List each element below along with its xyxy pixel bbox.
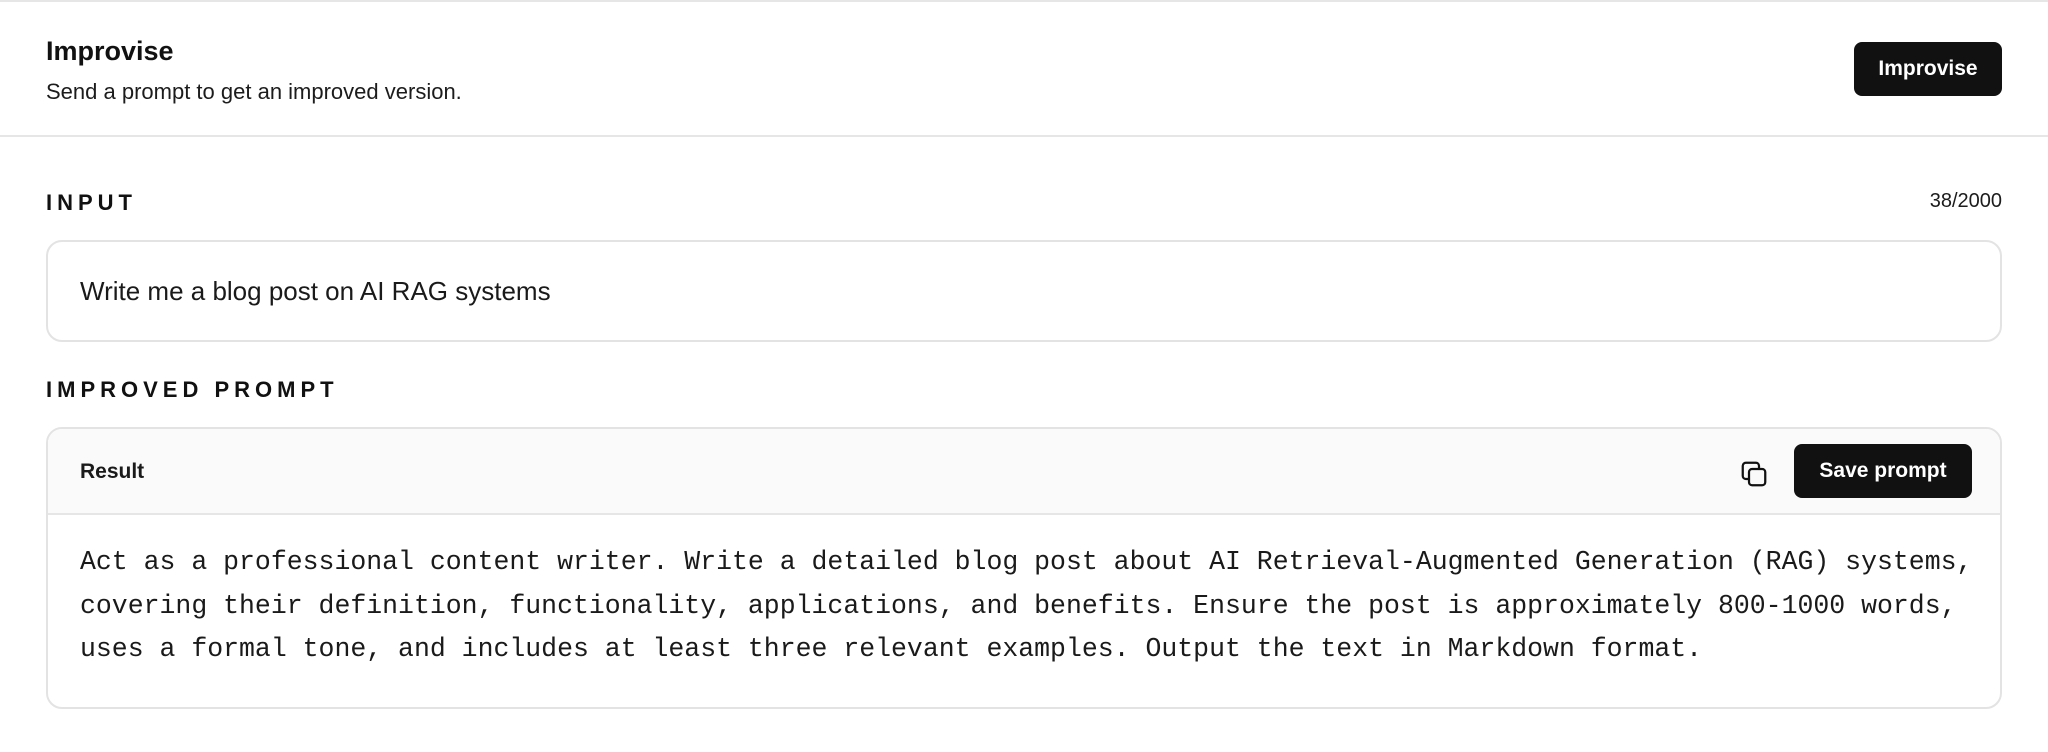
input-section-label: INPUT [46, 190, 137, 215]
result-card: Result Save prompt Act as a professional… [46, 427, 2002, 709]
prompt-input[interactable]: Write me a blog post on AI RAG systems [46, 240, 2002, 342]
save-prompt-button[interactable]: Save prompt [1794, 444, 1972, 498]
page-subtitle: Send a prompt to get an improved version… [46, 79, 462, 104]
improvise-page: Improvise Send a prompt to get an improv… [0, 0, 2048, 752]
improvise-button[interactable]: Improvise [1854, 42, 2002, 96]
prompt-input-value: Write me a blog post on AI RAG systems [80, 275, 551, 306]
character-count: 38/2000 [1929, 190, 2002, 212]
result-header: Result Save prompt [48, 429, 2000, 515]
improved-prompt-text: Act as a professional content writer. Wr… [80, 547, 1973, 664]
improved-prompt-section-label: IMPROVED PROMPT [46, 377, 339, 402]
copy-button[interactable] [1734, 454, 1774, 494]
result-label: Result [80, 460, 145, 483]
copy-icon [1741, 461, 1767, 487]
page-header: Improvise Send a prompt to get an improv… [0, 2, 2048, 137]
page-title: Improvise [46, 36, 174, 66]
